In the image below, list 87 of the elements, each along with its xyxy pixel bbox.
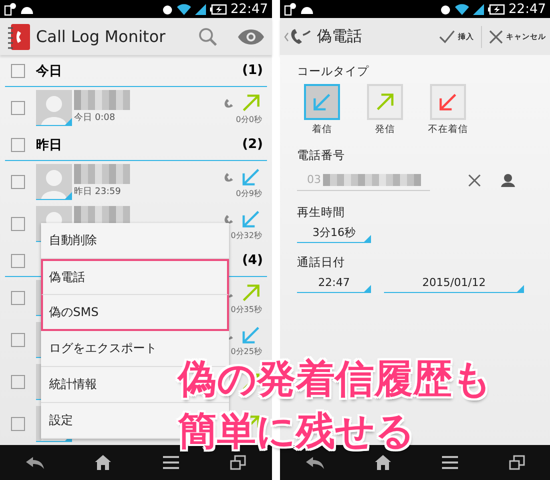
- handset-icon: [224, 172, 234, 182]
- caption-overlay: 偽の発着信履歴も: [178, 357, 492, 403]
- call-time: 今日 0:08: [74, 112, 116, 124]
- notebook-phone-icon: [8, 24, 30, 50]
- checkbox[interactable]: [11, 291, 25, 305]
- checkbox[interactable]: [11, 254, 25, 268]
- checkbox[interactable]: [11, 64, 25, 78]
- android-icon: [300, 4, 314, 14]
- dropdown-corner-icon: [364, 235, 371, 242]
- field-label: コールタイプ: [297, 64, 370, 79]
- close-icon: [489, 30, 503, 44]
- group-label: 昨日: [36, 138, 62, 152]
- wifi-icon: [176, 4, 191, 14]
- call-type-option[interactable]: [367, 84, 403, 120]
- menu-item[interactable]: 設定: [49, 412, 73, 429]
- call-time: 昨日 23:59: [74, 186, 122, 198]
- call-duration: 0分32秒: [230, 230, 262, 240]
- checkbox[interactable]: [11, 138, 25, 152]
- checkbox[interactable]: [11, 375, 25, 389]
- recent-apps-icon[interactable]: [230, 455, 246, 470]
- menu-item[interactable]: ログをエクスポート: [49, 340, 157, 357]
- checkbox[interactable]: [11, 217, 25, 231]
- back-icon[interactable]: [306, 456, 324, 468]
- check-icon: [439, 30, 455, 44]
- call-direction-icon: [311, 91, 333, 113]
- menu-item[interactable]: 自動削除: [49, 232, 97, 249]
- recent-apps-icon[interactable]: [508, 455, 524, 470]
- call-duration: 0分0秒: [236, 114, 262, 124]
- call-type-label: 不在着信: [428, 123, 468, 136]
- avatar-icon: [36, 90, 72, 126]
- battery-icon: [488, 4, 505, 14]
- group-count: (1): [242, 63, 263, 78]
- dropdown-corner-icon: [517, 285, 524, 292]
- spinner-field[interactable]: 3分16秒: [297, 223, 371, 243]
- contact-icon[interactable]: [501, 173, 515, 187]
- call-direction-icon: [437, 91, 459, 113]
- clock-time: 22:47: [508, 2, 546, 16]
- phone-notification-icon: [4, 2, 16, 16]
- pixelated-text: [74, 90, 130, 110]
- phone-notification-icon: [284, 2, 296, 16]
- back-phone-icon[interactable]: [283, 26, 313, 46]
- call-direction-icon: [374, 91, 396, 113]
- avatar-icon: [36, 164, 72, 200]
- handset-icon: [224, 214, 234, 224]
- signal-icon: [472, 4, 484, 14]
- clock-time: 22:47: [230, 2, 268, 16]
- alarm-icon: [162, 4, 173, 14]
- dropdown-corner-icon: [364, 285, 371, 292]
- checkbox[interactable]: [11, 101, 25, 115]
- call-duration: 0分9秒: [236, 188, 262, 198]
- field-label: 再生時間: [297, 205, 346, 220]
- menu-item[interactable]: 偽のSMS: [49, 304, 99, 320]
- call-type-label: 発信: [375, 123, 395, 136]
- clear-icon[interactable]: [468, 174, 481, 186]
- checkbox[interactable]: [11, 333, 25, 347]
- menu-item[interactable]: 統計情報: [49, 376, 97, 393]
- screen-title: 偽電話: [317, 27, 363, 46]
- call-duration: 0分35秒: [230, 304, 262, 314]
- group-count: (2): [242, 137, 263, 152]
- field-label: 電話番号: [297, 148, 346, 163]
- menu-icon[interactable]: [162, 456, 179, 469]
- spinner-field[interactable]: 22:47: [297, 273, 371, 293]
- pixelated-text: [74, 164, 130, 184]
- alarm-icon: [440, 4, 451, 14]
- checkbox[interactable]: [11, 175, 25, 189]
- spinner-field[interactable]: 2015/01/12: [384, 273, 524, 293]
- battery-icon: [210, 4, 227, 14]
- android-icon: [20, 4, 34, 14]
- handset-icon: [224, 98, 234, 108]
- signal-icon: [194, 4, 206, 14]
- menu-item[interactable]: 偽電話: [49, 269, 85, 286]
- home-icon[interactable]: [374, 455, 390, 470]
- call-duration: 0分25秒: [230, 346, 262, 356]
- wifi-icon: [454, 4, 469, 14]
- checkbox[interactable]: [11, 417, 25, 431]
- caption-overlay: 簡単に残せる: [178, 409, 416, 455]
- menu-icon[interactable]: [442, 456, 458, 469]
- home-icon[interactable]: [95, 455, 112, 470]
- call-type-option[interactable]: [430, 84, 466, 120]
- eye-icon[interactable]: [238, 28, 264, 44]
- back-icon[interactable]: [26, 456, 44, 468]
- app-title: Call Log Monitor: [36, 27, 166, 46]
- search-icon[interactable]: [198, 26, 218, 46]
- group-label: 今日: [36, 64, 62, 78]
- call-type-label: 着信: [312, 123, 332, 136]
- group-count: (4): [242, 253, 263, 268]
- field-label: 通話日付: [297, 255, 346, 270]
